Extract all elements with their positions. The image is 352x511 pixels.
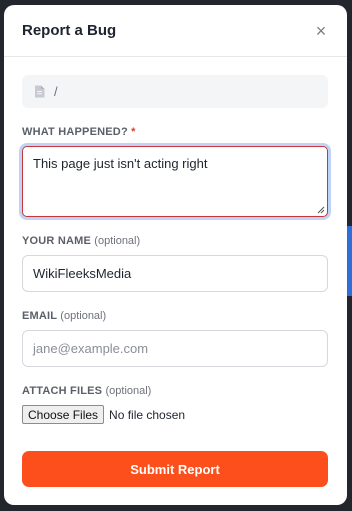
page-path-text: / [54, 84, 58, 99]
attach-files-label: ATTACH FILES (optional) [22, 385, 152, 397]
report-bug-modal: Report a Bug × / WHAT HAPPENED? * This p… [4, 5, 347, 505]
file-status: No file chosen [109, 407, 186, 422]
your-name-input[interactable]: WikiFleeksMedia [22, 255, 328, 292]
modal-body: / WHAT HAPPENED? * This page just isn't … [4, 57, 347, 487]
email-placeholder: jane@example.com [33, 341, 149, 356]
close-icon[interactable]: × [313, 22, 329, 40]
page-path-bar: / [22, 75, 328, 108]
resize-handle-icon[interactable] [317, 206, 325, 214]
file-icon [34, 85, 45, 98]
file-input: Choose Files No file chosen [22, 405, 328, 424]
your-name-label: YOUR NAME (optional) [22, 235, 141, 247]
what-happened-label: WHAT HAPPENED? * [22, 126, 136, 138]
email-label: EMAIL (optional) [22, 310, 107, 322]
your-name-value: WikiFleeksMedia [33, 266, 132, 281]
what-happened-textarea[interactable]: This page just isn't acting right [22, 146, 328, 217]
choose-files-button[interactable]: Choose Files [22, 405, 105, 424]
required-mark: * [131, 126, 136, 138]
what-happened-value: This page just isn't acting right [33, 156, 208, 171]
modal-title: Report a Bug [22, 22, 117, 39]
submit-report-button[interactable]: Submit Report [22, 451, 328, 487]
email-input[interactable]: jane@example.com [22, 330, 328, 367]
modal-header: Report a Bug × [4, 5, 347, 57]
